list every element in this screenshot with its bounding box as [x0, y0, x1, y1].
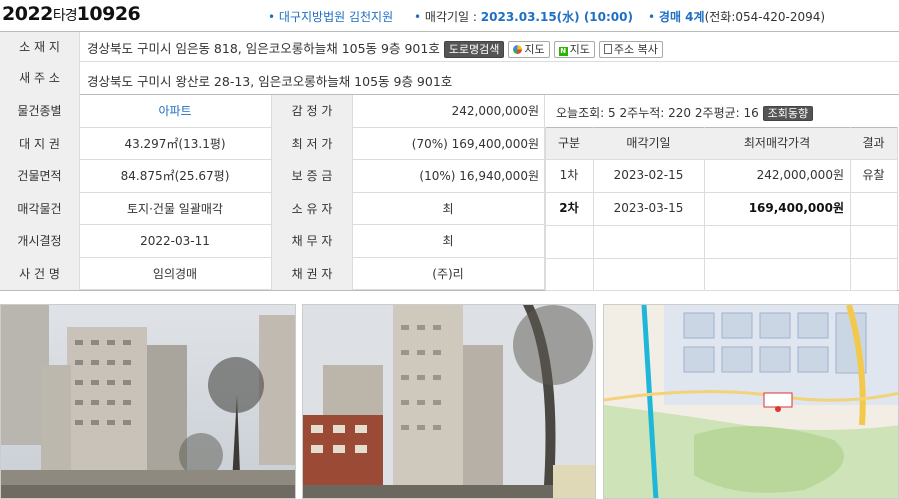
info-value-2: (주)리	[432, 266, 464, 281]
new-address-row: 새 주 소 경상북도 구미시 왕산로 28-13, 임은코오롱하늘채 105동 …	[0, 62, 899, 95]
info-label: 사 건 명	[0, 257, 80, 290]
case-number-title: 2022타경10926	[2, 3, 141, 25]
history-cell-result: 유찰	[862, 168, 885, 182]
bullet-icon: •	[414, 10, 422, 24]
info-value-2: 242,000,000원	[451, 104, 539, 118]
history-cell-round: 1차	[559, 168, 579, 182]
today-views-label: 오늘조회:	[556, 106, 605, 120]
info-row: 사 건 명 임의경매 채 권 자 (주)리	[0, 257, 544, 290]
info-value-2: 최	[442, 234, 454, 248]
case-type: 타경	[52, 8, 78, 24]
info-label: 개시결정	[0, 225, 80, 258]
info-value: 토지·건물 일괄매각	[127, 201, 223, 216]
history-grid-line	[545, 258, 897, 259]
location-map-thumbnail[interactable]	[603, 304, 899, 499]
new-address-label: 새 주 소	[0, 62, 80, 95]
naver-map-button[interactable]: N 지도	[553, 41, 595, 58]
info-label: 대 지 권	[0, 127, 80, 160]
info-label-2: 감 정 가	[271, 95, 353, 128]
info-value[interactable]: 아파트	[80, 95, 270, 128]
copy-address-button[interactable]: 주소 복사	[598, 41, 663, 58]
court-info: • 대구지방법원 김천지원	[268, 8, 393, 25]
info-label: 매각물건	[0, 192, 80, 225]
view-trend-button[interactable]: 조회동향	[762, 106, 814, 121]
history-cell-date: 2023-03-15	[613, 201, 684, 215]
two-week-avg: 16	[743, 106, 759, 120]
info-row: 매각물건 토지·건물 일괄매각 소 유 자 최	[0, 192, 544, 225]
history-cell-round: 2차	[559, 201, 579, 215]
info-row: 개시결정 2022-03-11 채 무 자 최	[0, 225, 544, 258]
history-header-cell: 최저매각가격	[743, 136, 811, 150]
bullet-icon: •	[268, 10, 276, 24]
info-value: 임의경매	[152, 266, 198, 281]
history-grid-column	[897, 127, 898, 290]
history-grid-line	[545, 290, 897, 291]
info-label-2: 채 권 자	[271, 257, 353, 290]
case-header: 2022타경10926 • 대구지방법원 김천지원 • 매각기일 : 2023.…	[0, 0, 899, 32]
location-address: 경상북도 구미시 임은동 818, 임은코오롱하늘채 105동 9층 901호	[87, 41, 440, 56]
info-label-2: 채 무 자	[271, 225, 353, 258]
department-phone: (전화:054-420-2094)	[704, 10, 826, 24]
view-stats: 오늘조회: 5 2주누적: 220 2주평균: 16 조회동향	[556, 104, 814, 121]
history-cell-date: 2023-02-15	[613, 168, 684, 182]
history-cell-price: 242,000,000원	[756, 168, 844, 182]
road-name-search-button[interactable]: 도로명검색	[443, 41, 505, 58]
court-name[interactable]: 대구지방법원 김천지원	[279, 10, 393, 24]
history-cell-result	[850, 192, 897, 225]
location-label: 소 재 지	[0, 32, 80, 62]
sale-date-label: 매각기일 :	[424, 10, 477, 24]
info-value: 43.297㎡(13.1평)	[124, 136, 226, 151]
info-label: 물건종별	[0, 95, 80, 128]
copy-icon	[603, 44, 612, 54]
sale-date-info: • 매각기일 : 2023.03.15(水) (10:00)	[414, 8, 633, 25]
info-value-2: (10%) 16,940,000원	[419, 169, 539, 183]
history-cell-price: 169,400,000원	[748, 201, 844, 215]
case-number: 10926	[76, 3, 141, 25]
department: 경매 4계	[658, 10, 705, 24]
info-label: 건물면적	[0, 160, 80, 193]
info-value-2: (70%) 169,400,000원	[411, 136, 539, 151]
history-header-cell: 매각기일	[626, 136, 671, 150]
new-address: 경상북도 구미시 왕산로 28-13, 임은코오롱하늘채 105동 9층 901…	[87, 74, 453, 89]
naver-map-icon: N	[558, 47, 568, 56]
case-year: 2022	[2, 3, 53, 25]
two-week-views: 220	[668, 106, 692, 120]
history-header-cell: 구분	[557, 136, 581, 150]
bullet-icon: •	[648, 10, 656, 24]
info-value: 84.875㎡(25.67평)	[120, 169, 230, 183]
history-grid-line	[545, 225, 897, 226]
info-row: 물건종별 아파트 감 정 가 242,000,000원	[0, 95, 544, 128]
location-row: 소 재 지 경상북도 구미시 임은동 818, 임은코오롱하늘채 105동 9층…	[0, 32, 899, 62]
info-label-2: 최 저 가	[271, 127, 353, 160]
property-photo-2[interactable]	[302, 304, 596, 499]
department-info: • 경매 4계(전화:054-420-2094)	[648, 8, 825, 25]
info-value-2: 최	[442, 201, 454, 216]
today-views: 5	[608, 106, 616, 120]
info-value: 2022-03-11	[140, 234, 210, 248]
two-week-views-label: 2주누적:	[619, 106, 665, 120]
kakao-map-icon	[513, 45, 523, 54]
two-week-avg-label: 2주평균:	[694, 106, 740, 120]
info-row: 대 지 권 43.297㎡(13.1평) 최 저 가 (70%) 169,400…	[0, 127, 544, 160]
kakao-map-button[interactable]: 지도	[508, 41, 550, 58]
info-row: 건물면적 84.875㎡(25.67평) 보 증 금 (10%) 16,940,…	[0, 160, 544, 193]
sale-date: 2023.03.15(水) (10:00)	[480, 10, 633, 24]
property-photo-1[interactable]	[0, 304, 296, 499]
info-label-2: 보 증 금	[271, 160, 353, 193]
info-label-2: 소 유 자	[271, 192, 353, 225]
history-header-cell: 결과	[862, 136, 885, 150]
